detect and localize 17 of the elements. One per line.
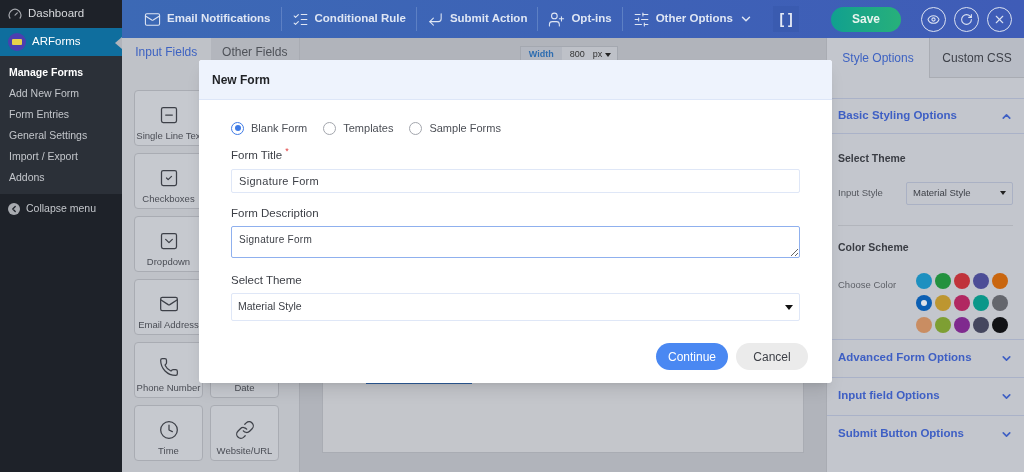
field-label: Select Theme bbox=[231, 273, 303, 288]
field-label: Phone Number bbox=[136, 382, 201, 392]
field-label: Form Description bbox=[231, 205, 320, 221]
admin-menu-label: Dashboard bbox=[28, 6, 85, 22]
field-label: Date bbox=[234, 382, 255, 392]
field-label: Input Style bbox=[838, 186, 884, 201]
admin-menu-label: ARForms bbox=[32, 34, 81, 50]
subsection-title: Select Theme bbox=[838, 151, 907, 166]
field-label: Form Title bbox=[231, 147, 283, 163]
field-label: Checkboxes bbox=[142, 193, 195, 203]
subsection-title: Color Scheme bbox=[838, 239, 910, 255]
field-label: Website/URL bbox=[216, 445, 273, 455]
field-label: Time bbox=[158, 445, 179, 455]
field-label: Email Address bbox=[138, 319, 199, 329]
field-label: Choose Color bbox=[838, 277, 898, 292]
field-label: Dropdown bbox=[146, 256, 191, 266]
required-mark: * bbox=[285, 146, 289, 156]
